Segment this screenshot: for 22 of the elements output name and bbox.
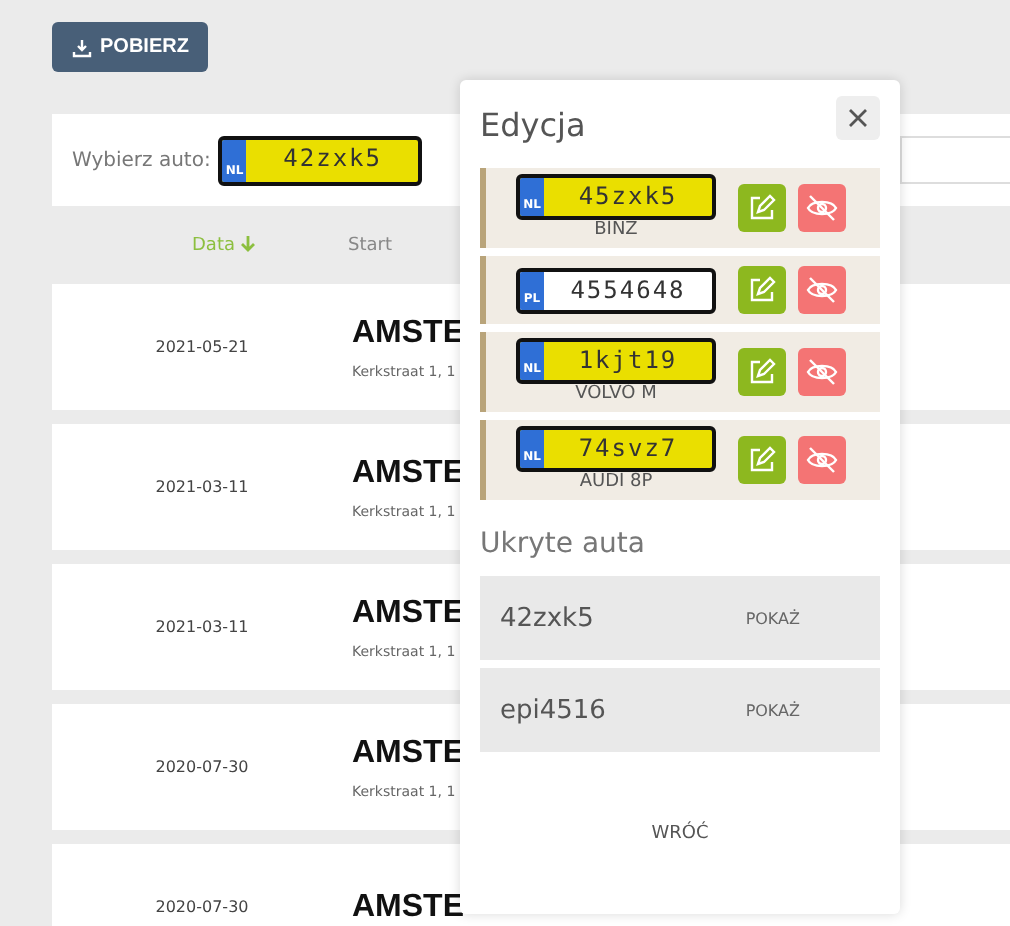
car-name: VOLVO M (575, 384, 657, 406)
trip-date: 2020-07-30 (153, 758, 251, 776)
plate-number: 74svz7 (576, 432, 680, 466)
start-place: AMSTE (352, 889, 464, 925)
start-place: AMSTE (352, 735, 464, 771)
trip-date: 2021-03-11 (153, 478, 251, 496)
plate-number: epi4516 (500, 695, 606, 725)
trip-date: 2021-05-21 (153, 338, 251, 356)
car-select-label: Wybierz auto: (72, 149, 211, 171)
start-place: AMSTE (352, 595, 464, 631)
trip-date: 2020-07-30 (153, 898, 251, 916)
start-place: AMSTE (352, 315, 464, 351)
hidden-cars-title: Ukryte auta (480, 528, 647, 560)
trip-date: 2021-03-11 (153, 618, 251, 636)
plate-number: 42zxk5 (281, 141, 384, 175)
car-name: BINZ (594, 220, 638, 242)
plate-number: 1kjt19 (576, 344, 680, 378)
plate-number: 42zxk5 (500, 603, 594, 633)
panel-title: Edycja (480, 105, 586, 143)
start-place: AMSTE (352, 455, 464, 491)
car-name: AUDI 8P (579, 472, 653, 494)
plate-number: 45zxk5 (576, 180, 680, 214)
